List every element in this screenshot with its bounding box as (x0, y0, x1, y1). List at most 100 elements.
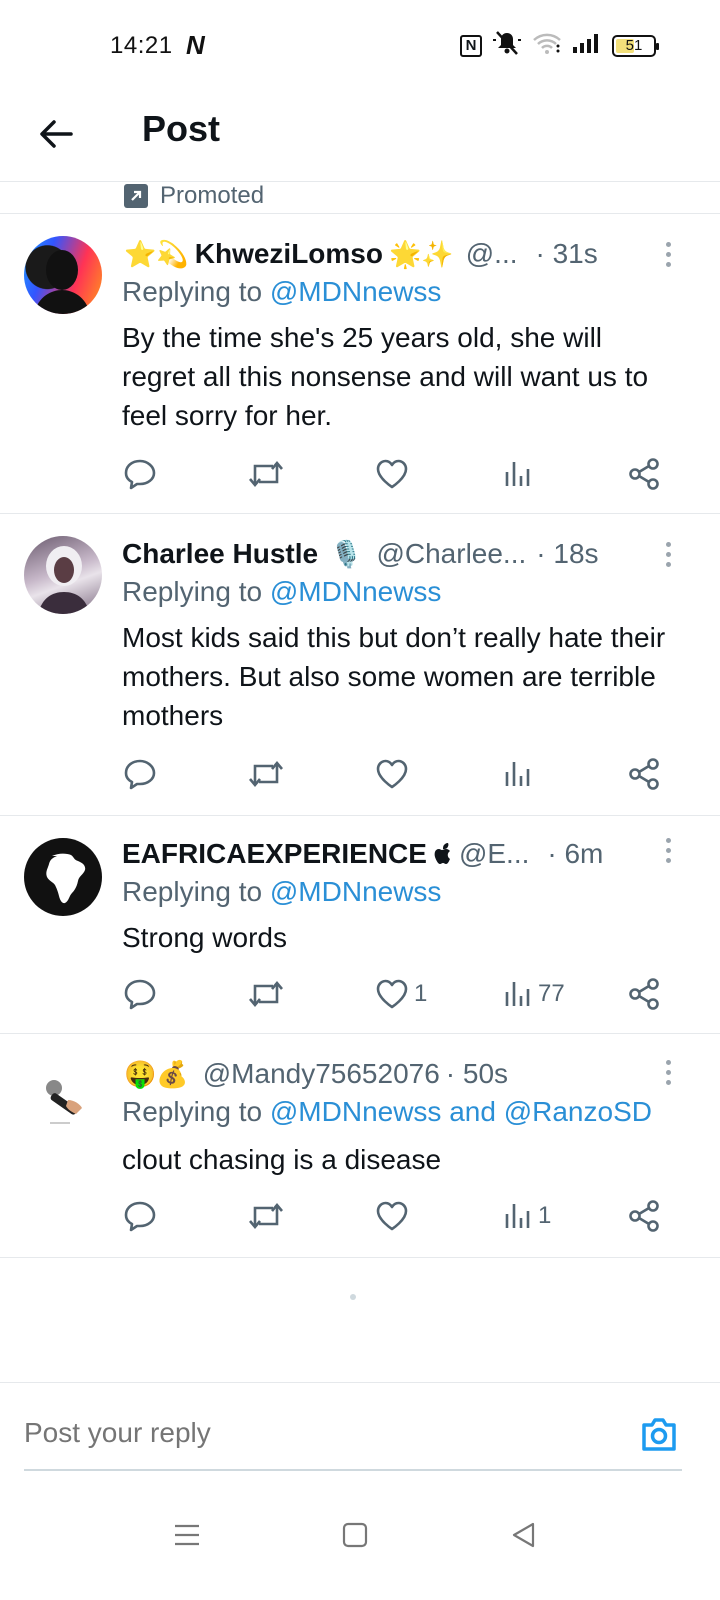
action-bar (122, 452, 682, 496)
reply-item[interactable]: Charlee Hustle 🎙️ @Charlee... · 18s Repl… (0, 514, 720, 816)
share-icon (629, 978, 659, 1010)
reply-text: clout chasing is a disease (122, 1144, 442, 1175)
avatar[interactable] (24, 236, 102, 314)
mention-link[interactable]: @MDNnewss (270, 576, 442, 607)
repost-button[interactable] (246, 752, 286, 796)
more-options-icon[interactable] (656, 534, 680, 574)
nfc-icon: N (460, 34, 482, 57)
like-button[interactable] (374, 452, 414, 496)
views-button[interactable] (502, 452, 538, 496)
back-button[interactable] (30, 108, 82, 160)
views-button[interactable]: 77 (502, 972, 565, 1016)
mention-link[interactable]: @MDNnewss (270, 276, 442, 307)
share-button[interactable] (626, 1194, 662, 1238)
view-count: 1 (538, 1202, 552, 1229)
action-bar: 1 77 (122, 972, 682, 1016)
like-button[interactable] (374, 752, 414, 796)
views-icon (505, 762, 530, 786)
views-icon (505, 982, 530, 1006)
mention-link[interactable]: @MDNnewss (270, 876, 442, 907)
notification-icon: N (186, 30, 205, 60)
reply-input[interactable] (24, 1417, 624, 1449)
reply-text: Most kids said this but don’t really hat… (122, 622, 666, 731)
like-count: 1 (414, 980, 428, 1007)
user-handle[interactable]: @... (466, 238, 518, 270)
display-name[interactable]: EAFRICAEXPERIENCE (122, 838, 427, 870)
action-bar (122, 752, 682, 796)
reply-header: EAFRICAEXPERIENCE @E... · 6m (122, 834, 660, 874)
post-time: · 18s (536, 538, 599, 569)
name-emoji: ⭐💫 (124, 238, 189, 269)
user-handle[interactable]: @Charlee... (376, 538, 526, 570)
apple-icon (433, 842, 453, 866)
battery-icon: 51 (612, 34, 659, 57)
views-button[interactable] (502, 752, 538, 796)
reply-header: ⭐💫 KhweziLomso 🌟✨ @... · 31s (122, 234, 660, 274)
camera-icon (642, 1418, 676, 1451)
recents-button[interactable] (162, 1510, 212, 1560)
heart-icon (376, 759, 408, 789)
repost-button[interactable] (246, 972, 286, 1016)
display-name[interactable]: KhweziLomso (195, 238, 383, 270)
user-handle[interactable]: @Mandy75652076 (203, 1058, 440, 1090)
heart-icon (376, 979, 408, 1009)
avatar[interactable] (24, 1062, 102, 1140)
name-emoji: 🌟✨ (388, 238, 454, 269)
promoted-label-row: Promoted (0, 182, 720, 214)
reply-button[interactable] (122, 452, 158, 496)
replying-prefix: Replying to (122, 576, 263, 607)
reply-button[interactable] (122, 752, 158, 796)
more-options-icon[interactable] (656, 830, 680, 870)
share-button[interactable] (626, 972, 662, 1016)
share-icon (629, 758, 659, 790)
replying-to: Replying to @MDNnewss (122, 876, 441, 908)
heart-icon (376, 1201, 408, 1231)
promoted-label: Promoted (160, 182, 265, 209)
reply-item[interactable]: EAFRICAEXPERIENCE @E... · 6m Replying to… (0, 816, 720, 1034)
reply-button[interactable] (122, 972, 158, 1016)
reply-composer (0, 1382, 720, 1482)
views-icon (505, 1204, 530, 1228)
status-icons: N 51 (460, 30, 659, 61)
post-time: · 31s (535, 238, 598, 269)
avatar[interactable] (24, 838, 102, 916)
comment-icon (124, 459, 156, 490)
repost-icon (249, 460, 283, 488)
replying-prefix: Replying to (122, 1096, 263, 1127)
reply-button[interactable] (122, 1194, 158, 1238)
like-button[interactable] (374, 1194, 414, 1238)
more-options-icon[interactable] (656, 1052, 680, 1092)
app-header: Post (0, 90, 720, 182)
post-time: · 6m (547, 838, 604, 869)
reply-header: 🤑💰 @Mandy75652076 · 50s (122, 1054, 660, 1094)
back-icon (512, 1522, 535, 1548)
replying-to: Replying to @MDNnewss (122, 576, 441, 608)
back-nav-button[interactable] (498, 1510, 548, 1560)
mute-icon (492, 30, 522, 61)
avatar[interactable] (24, 536, 102, 614)
recents-icon (175, 1524, 199, 1546)
repost-button[interactable] (246, 1194, 286, 1238)
name-emoji: 🤑💰 (124, 1058, 189, 1089)
home-button[interactable] (330, 1510, 380, 1560)
reply-text: By the time she's 25 years old, she will… (122, 322, 649, 431)
reply-item[interactable]: ⭐💫 KhweziLomso 🌟✨ @... · 31s Replying to… (0, 214, 720, 514)
like-button[interactable]: 1 (374, 972, 427, 1016)
user-handle[interactable]: @E... (459, 838, 529, 870)
display-name[interactable]: Charlee Hustle (122, 538, 318, 570)
battery-level: 51 (625, 36, 643, 54)
camera-button[interactable] (638, 1413, 680, 1455)
comment-icon (124, 979, 156, 1010)
page-title: Post (142, 108, 221, 149)
replying-prefix: Replying to (122, 876, 263, 907)
more-options-icon[interactable] (656, 234, 680, 274)
share-button[interactable] (626, 752, 662, 796)
share-button[interactable] (626, 452, 662, 496)
reply-item[interactable]: 🤑💰 @Mandy75652076 · 50s Replying to @MDN… (0, 1034, 720, 1258)
system-nav-bar (0, 1490, 720, 1600)
views-button[interactable]: 1 (502, 1194, 551, 1238)
post-time: · 50s (445, 1058, 509, 1089)
repost-button[interactable] (246, 452, 286, 496)
mention-link[interactable]: @MDNnewss and @RanzoSD (270, 1096, 652, 1127)
repost-icon (249, 980, 283, 1008)
